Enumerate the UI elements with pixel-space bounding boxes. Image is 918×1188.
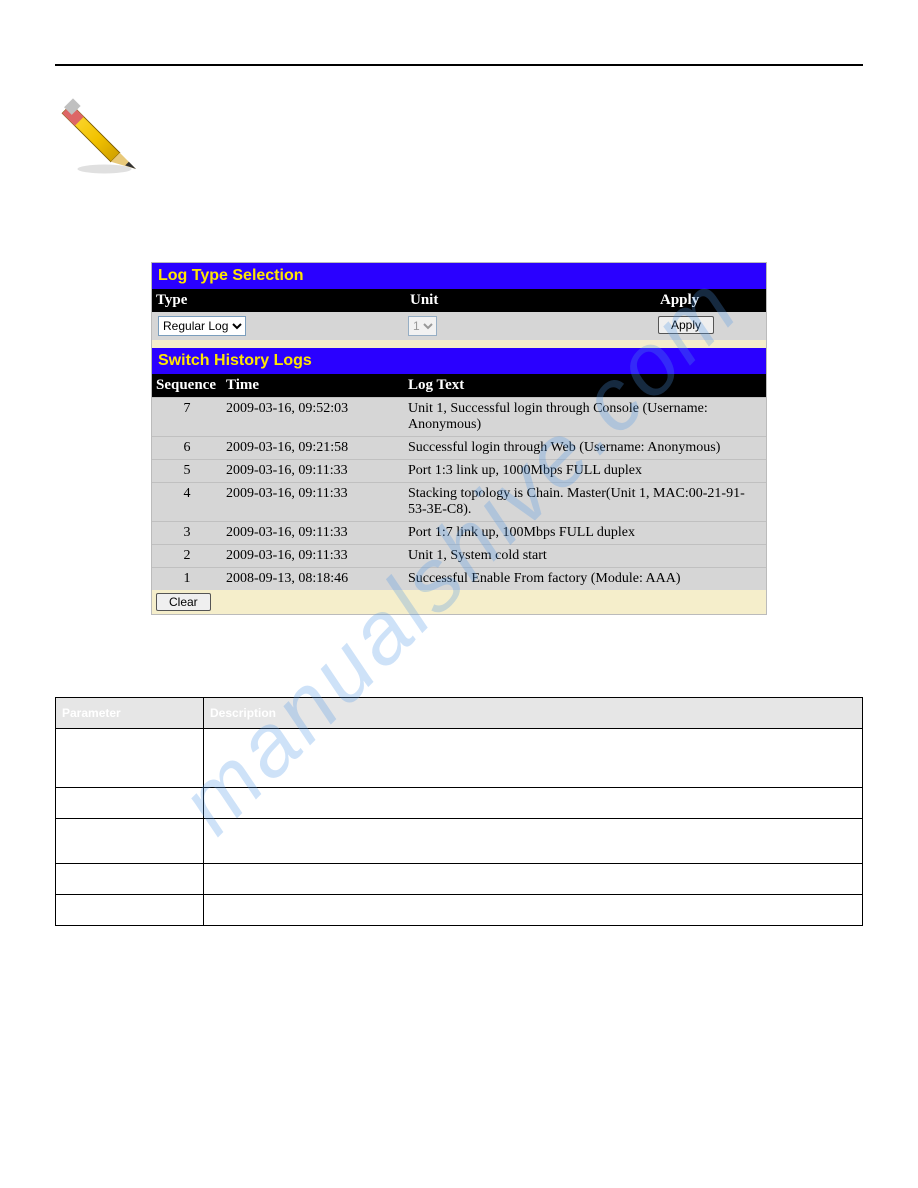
param-desc: Choose the Unit ID of the switch in the …	[204, 788, 863, 819]
header-unit: Unit	[406, 289, 656, 312]
parameter-table: Parameter Description TypeChoose the typ…	[55, 697, 863, 926]
param-name: Sequence	[56, 819, 204, 864]
cell-seq: 1	[152, 568, 222, 590]
param-row: Log TextDisplays text describing the eve…	[56, 895, 863, 926]
history-footer: Clear	[152, 590, 766, 614]
history-header-text: Log Text	[404, 374, 766, 397]
note-text: NOTE: For detailed information regarding…	[153, 96, 863, 130]
param-name: Type	[56, 729, 204, 788]
table-row: 12008-09-13, 08:18:46Successful Enable F…	[152, 567, 766, 590]
param-row: SequenceA counter incremented whenever a…	[56, 819, 863, 864]
description-intro: The Switch can record event information …	[55, 659, 863, 687]
header-apply: Apply	[656, 289, 766, 312]
param-desc: A counter incremented whenever an entry …	[204, 819, 863, 864]
cell-seq: 3	[152, 522, 222, 544]
table-row: 62009-03-16, 09:21:58Successful login th…	[152, 436, 766, 459]
param-desc: Displays text describing the event that …	[204, 895, 863, 926]
cell-seq: 5	[152, 460, 222, 482]
clear-button[interactable]: Clear	[156, 593, 211, 611]
history-header-time: Time	[222, 374, 404, 397]
cell-seq: 6	[152, 437, 222, 459]
table-row: 32009-03-16, 09:11:33Port 1:7 link up, 1…	[152, 521, 766, 544]
param-name: Unit	[56, 788, 204, 819]
cell-time: 2009-03-16, 09:52:03	[222, 398, 404, 436]
param-row: TypeChoose the type of log to view. Ther…	[56, 729, 863, 788]
pencil-icon	[55, 88, 145, 178]
history-rows: 72009-03-16, 09:52:03Unit 1, Successful …	[152, 397, 766, 590]
param-desc: Displays the time in days, hours, and mi…	[204, 864, 863, 895]
cell-time: 2009-03-16, 09:11:33	[222, 483, 404, 521]
cell-text: Successful Enable From factory (Module: …	[404, 568, 766, 590]
cell-time: 2009-03-16, 09:21:58	[222, 437, 404, 459]
log-type-title: Log Type Selection	[152, 263, 766, 289]
page-number: 320	[55, 956, 863, 968]
cell-text: Successful login through Web (Username: …	[404, 437, 766, 459]
cell-text: Port 1:3 link up, 1000Mbps FULL duplex	[404, 460, 766, 482]
param-name: Log Text	[56, 895, 204, 926]
table-row: 42009-03-16, 09:11:33Stacking topology i…	[152, 482, 766, 521]
manual-page: manualshive.com	[0, 0, 918, 1008]
cell-seq: 7	[152, 398, 222, 436]
header-divider	[55, 64, 863, 66]
param-header: Parameter	[56, 698, 204, 729]
note-label: NOTE:	[153, 97, 190, 111]
cell-time: 2009-03-16, 09:11:33	[222, 522, 404, 544]
switch-log-screenshot: Log Type Selection Type Unit Apply Regul…	[151, 262, 767, 615]
cell-text: Unit 1, System cold start	[404, 545, 766, 567]
spacer	[152, 340, 766, 348]
history-title: Switch History Logs	[152, 348, 766, 374]
cell-seq: 2	[152, 545, 222, 567]
log-type-controls: Regular Log 1 Apply	[152, 312, 766, 340]
table-row: 52009-03-16, 09:11:33Port 1:3 link up, 1…	[152, 459, 766, 482]
cell-text: Unit 1, Successful login through Console…	[404, 398, 766, 436]
table-row: 72009-03-16, 09:52:03Unit 1, Successful …	[152, 397, 766, 436]
cell-seq: 4	[152, 483, 222, 521]
nav-path: To view this window, click Monitoring > …	[55, 236, 863, 250]
apply-button[interactable]: Apply	[658, 316, 714, 334]
history-header-seq: Sequence	[152, 374, 222, 397]
table-row: 22009-03-16, 09:11:33Unit 1, System cold…	[152, 544, 766, 567]
param-name: Time	[56, 864, 204, 895]
param-row: UnitChoose the Unit ID of the switch in …	[56, 788, 863, 819]
param-row: TimeDisplays the time in days, hours, an…	[56, 864, 863, 895]
cell-text: Stacking topology is Chain. Master(Unit …	[404, 483, 766, 521]
figure-caption: Figure 11- 29. Switch Log window	[55, 629, 863, 643]
cell-time: 2008-09-13, 08:18:46	[222, 568, 404, 590]
type-select[interactable]: Regular Log	[158, 316, 246, 336]
desc-header: Description	[204, 698, 863, 729]
note-body: For detailed information regarding Log e…	[153, 97, 841, 128]
unit-select[interactable]: 1	[408, 316, 437, 336]
param-desc: Choose the type of log to view. There ar…	[204, 729, 863, 788]
cell-time: 2009-03-16, 09:11:33	[222, 545, 404, 567]
section-intro: The Web manager allows the Switch's hist…	[55, 198, 863, 226]
log-type-header-row: Type Unit Apply	[152, 289, 766, 312]
header-type: Type	[152, 289, 406, 312]
cell-time: 2009-03-16, 09:11:33	[222, 460, 404, 482]
history-header-row: Sequence Time Log Text	[152, 374, 766, 397]
note-block: NOTE: For detailed information regarding…	[55, 88, 863, 178]
cell-text: Port 1:7 link up, 100Mbps FULL duplex	[404, 522, 766, 544]
